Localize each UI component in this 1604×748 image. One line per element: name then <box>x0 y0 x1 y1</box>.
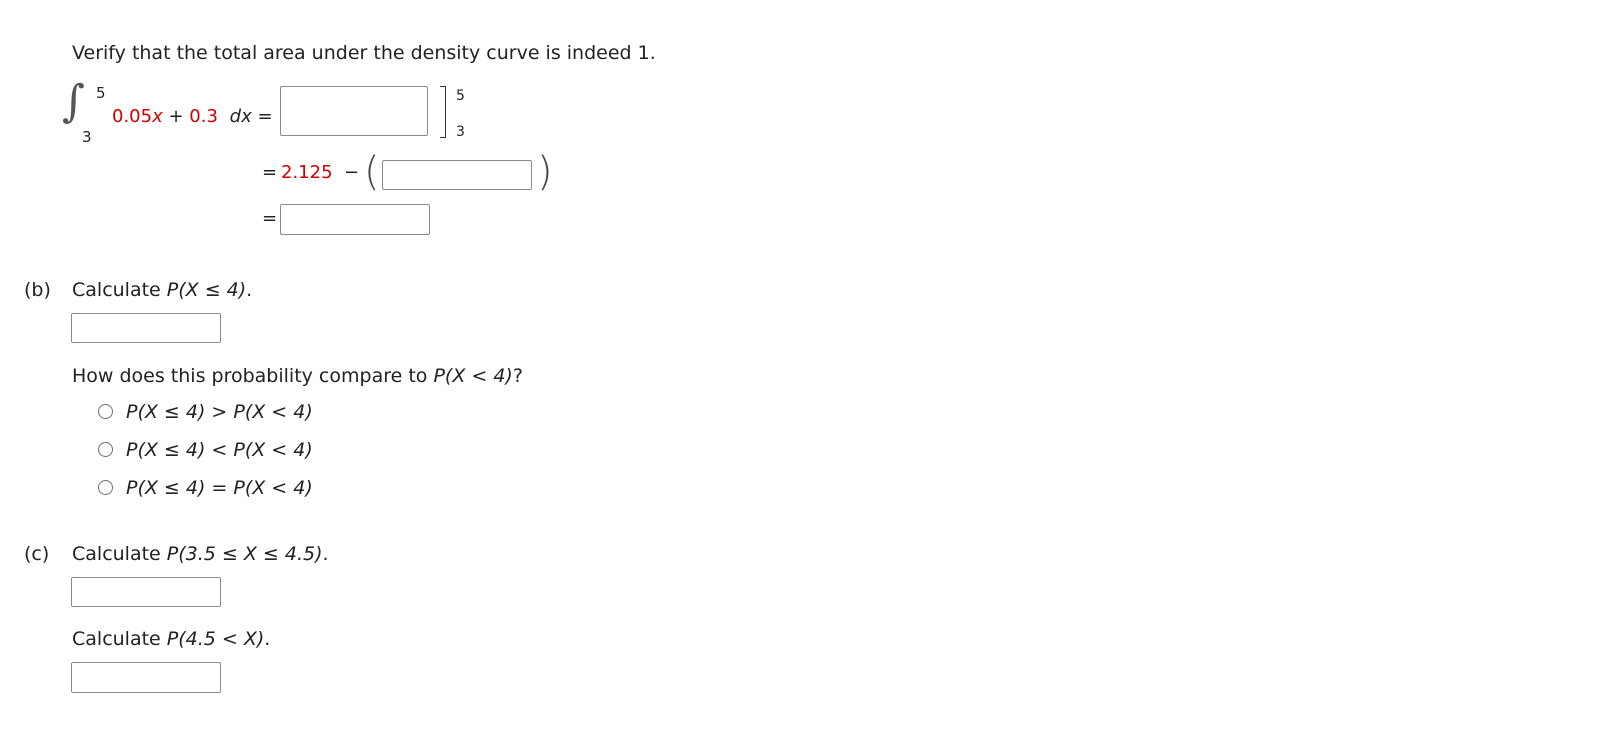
part-b-prompt-suffix: . <box>246 279 253 301</box>
comparison-question-math: P(X < 4) <box>433 365 513 387</box>
part-b-prompt-math: P(X ≤ 4) <box>166 279 247 301</box>
left-paren: ( <box>364 149 380 195</box>
part-b-prompt: Calculate P(X ≤ 4). <box>72 279 252 301</box>
evaluation-upper-limit: 5 <box>456 88 465 104</box>
lower-evaluation-input[interactable] <box>382 160 532 190</box>
integral-lower-limit: 3 <box>82 128 92 146</box>
part-b-answer-input[interactable] <box>71 313 221 343</box>
comparison-question-prefix: How does this probability compare to <box>72 365 434 387</box>
comparison-option-radio[interactable] <box>98 442 113 457</box>
part-c-label: (c) <box>24 543 50 565</box>
comparison-option-label[interactable]: P(X ≤ 4) < P(X < 4) <box>126 439 313 461</box>
integrand-coefficient: 0.05 <box>112 106 153 127</box>
part-b-label: (b) <box>24 279 51 301</box>
step2-minus: − <box>344 162 360 183</box>
integrand-variable: x <box>152 106 163 127</box>
part-c-prompt: Calculate P(3.5 ≤ X ≤ 4.5). <box>72 543 329 565</box>
total-area-input[interactable] <box>280 204 430 235</box>
part-c-prompt2-prefix: Calculate <box>72 628 167 650</box>
step3-equals: = <box>262 208 278 229</box>
comparison-option-radio[interactable] <box>98 480 113 495</box>
integral-sign: ∫ <box>62 76 85 127</box>
integral-upper-limit: 5 <box>96 84 106 102</box>
part-c-prompt-prefix: Calculate <box>72 543 167 565</box>
part-c-prompt2-suffix: . <box>264 628 271 650</box>
part-c-answer-input-2[interactable] <box>71 662 221 693</box>
upper-evaluation-value: 2.125 <box>281 162 333 183</box>
part-b-comparison-question: How does this probability compare to P(X… <box>72 365 523 387</box>
part-b-prompt-prefix: Calculate <box>72 279 167 301</box>
comparison-option-label[interactable]: P(X ≤ 4) > P(X < 4) <box>126 401 313 423</box>
part-c-prompt-2: Calculate P(4.5 < X). <box>72 628 270 650</box>
integrand-constant: 0.3 <box>189 106 218 127</box>
comparison-option-label[interactable]: P(X ≤ 4) = P(X < 4) <box>126 477 313 499</box>
step2-equals: = <box>262 162 278 183</box>
part-c-prompt2-math: P(4.5 < X) <box>166 628 265 650</box>
integral-equals: = <box>257 106 273 127</box>
part-c-answer-input[interactable] <box>71 577 221 607</box>
integrand-plus: + <box>162 106 190 127</box>
antiderivative-input[interactable] <box>280 86 428 136</box>
integrand: 0.05x + 0.3 dx = <box>112 106 273 127</box>
comparison-question-suffix: ? <box>512 365 523 387</box>
part-c-prompt-math: P(3.5 ≤ X ≤ 4.5) <box>166 543 323 565</box>
area-verification-intro: Verify that the total area under the den… <box>72 42 656 64</box>
right-paren: ) <box>537 149 553 195</box>
comparison-option-radio[interactable] <box>98 404 113 419</box>
evaluation-bracket <box>440 86 446 138</box>
evaluation-lower-limit: 3 <box>456 124 465 140</box>
integral-differential: dx <box>229 106 252 127</box>
part-c-prompt-suffix: . <box>322 543 329 565</box>
